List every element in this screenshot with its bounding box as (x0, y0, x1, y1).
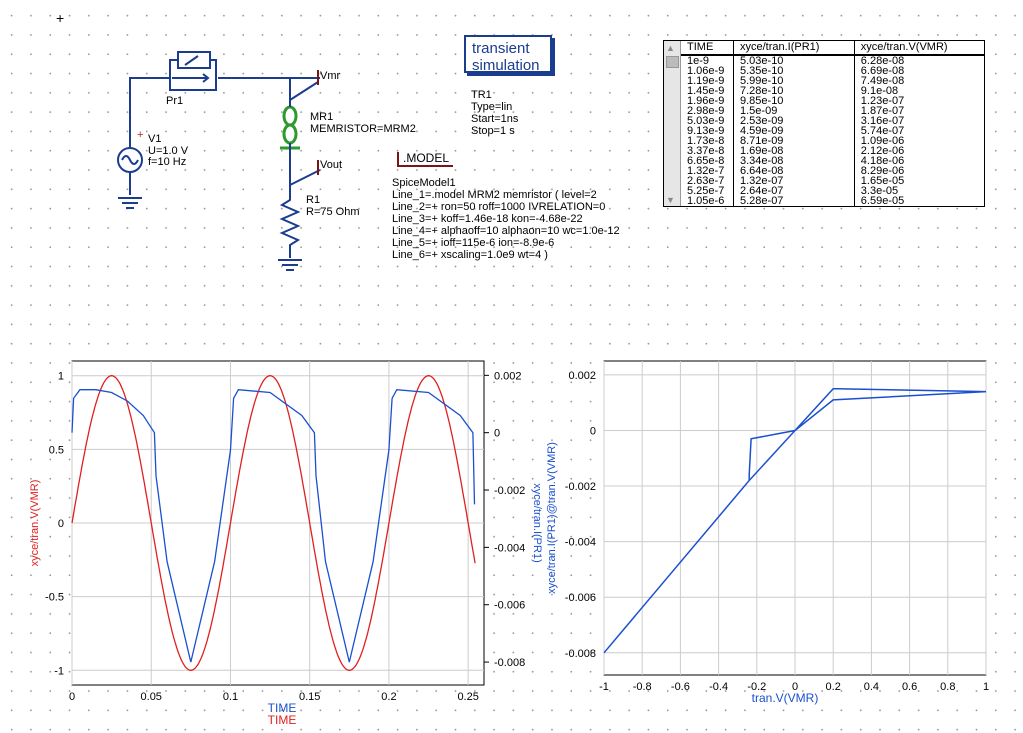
table-row[interactable]: 6.65e-8 3.34e-08 4.18e-06 (681, 156, 984, 167)
node-label-vmr: Vmr (320, 70, 341, 82)
model-line: Line_5=+ ioff=115e-6 ion=-8.9e-6 (392, 237, 555, 249)
scroll-down-icon[interactable]: ▼ (666, 195, 675, 205)
y-tick-label-right: -0.002 (494, 485, 525, 497)
wire-top-right (218, 77, 291, 100)
table-row[interactable]: 1.06e-9 5.35e-10 6.69e-08 (681, 66, 984, 77)
model-name: SpiceModel1 (392, 177, 456, 189)
crosshair-marker: + (56, 10, 65, 26)
table-row[interactable]: 1.05e-6 5.28e-07 6.59e-05 (681, 195, 984, 207)
y-tick-label-right: -0.006 (494, 600, 525, 612)
x-tick-label: 0.1 (223, 691, 238, 703)
x-tick-label: -0.6 (671, 681, 690, 693)
scroll-up-icon[interactable]: ▲ (666, 43, 675, 53)
memristor-symbol (280, 105, 300, 150)
iv-curve-chart: -1 -0.8 -0.6 -0.4 -0.2 0 0.2 0.4 0.6 0.8 10.0020-0… (546, 360, 989, 705)
table-row[interactable]: 1.32e-7 6.64e-08 8.29e-06 (681, 166, 984, 177)
x-tick-label: 0.6 (902, 681, 917, 693)
source-plus-sign: + (137, 129, 144, 141)
table-header-time[interactable]: TIME (681, 41, 734, 56)
x-tick-label: 0.2 (381, 691, 396, 703)
x-tick-label: 0 (69, 691, 75, 703)
table-scrollbar[interactable]: ▲ ▼ (664, 41, 681, 206)
y-tick-label-right: 0 (494, 428, 500, 440)
model-line: Line_6=+ xscaling=1.0e9 wt=4 ) (392, 249, 548, 261)
memristor-name: MR1 (310, 111, 334, 123)
x-tick-label: -0.4 (709, 681, 728, 693)
table-cell: 5.28e-07 (733, 196, 855, 207)
source-frequency: f=10 Hz (148, 156, 187, 168)
model-line: Line_2=+ ron=50 roff=1000 IVRELATION=0 (392, 201, 606, 213)
sim-start: Start=1ns (471, 113, 519, 125)
table-row[interactable]: 1.19e-9 5.99e-10 7.49e-08 (681, 76, 984, 87)
table-header-current[interactable]: xyce/tran.I(PR1) (733, 41, 855, 56)
sim-type: Type=lin (471, 101, 513, 113)
memristor-model: MEMRISTOR=MRM2 (310, 123, 416, 135)
data-table: ▲ ▼ TIME xyce/tran.I(PR1) xyce/tran.V(VM… (663, 40, 985, 207)
y-tick-label-right: 0.002 (494, 370, 522, 382)
x-axis-label: tran.V(VMR) (752, 691, 819, 705)
node-label-vout: Vout (320, 159, 343, 171)
x-axis-label-2: TIME (268, 713, 297, 727)
x-tick-label: 1 (983, 681, 989, 693)
sim-stop: Stop=1 s (471, 125, 515, 137)
table-row[interactable]: 1.45e-9 7.28e-10 9.1e-08 (681, 86, 984, 97)
sim-name: TR1 (471, 89, 492, 101)
y-axis-label-left: xyce/tran.V(VMR) (29, 480, 41, 567)
source-name: V1 (148, 133, 162, 145)
table-row[interactable]: 1.73e-8 8.71e-09 1.09e-06 (681, 136, 984, 147)
sim-box-line1: transient (472, 40, 530, 57)
table-row[interactable]: 9.13e-9 4.59e-09 5.74e-07 (681, 126, 984, 137)
y-axis-label: xyce/tran.I(PR1)@tran.V(VMR) (546, 442, 558, 594)
x-tick-label: 0.15 (299, 691, 320, 703)
table-cell: 1.05e-6 (681, 196, 734, 207)
y-tick-label: -0.002 (565, 481, 596, 493)
y-tick-label-left: -1 (54, 665, 64, 677)
x-tick-label: 0.25 (457, 691, 478, 703)
sim-box-line2: simulation (472, 57, 540, 74)
x-tick-label: 0.8 (940, 681, 955, 693)
y-tick-label: -0.006 (565, 592, 596, 604)
x-tick-label: -0.8 (633, 681, 652, 693)
y-tick-label-right: -0.008 (494, 657, 525, 669)
model-line: Line_1=.model MRM2 memristor ( level=2 (392, 189, 597, 201)
time-domain-chart: 0 0.05 0.1 0.15 0.2 0.25 1 0.5 0 -0.5 -1 0.002 0 -0.0… (29, 360, 543, 727)
x-tick-label: 0.2 (826, 681, 841, 693)
table-header-voltage[interactable]: xyce/tran.V(VMR) (854, 41, 984, 56)
table-row[interactable]: 1.96e-9 9.85e-10 1.23e-07 (681, 96, 984, 107)
y-tick-label-right: -0.004 (494, 542, 525, 554)
table-row[interactable]: 3.37e-8 1.69e-08 2.12e-06 (681, 146, 984, 157)
model-lines: Line_1=.model MRM2 memristor ( level=2 L… (392, 190, 620, 262)
resistor-value: R=75 Ohm (306, 206, 360, 218)
y-tick-label-left: 1 (58, 371, 64, 383)
scroll-thumb[interactable] (666, 56, 679, 68)
model-block-label[interactable]: .MODEL (397, 152, 454, 167)
y-tick-label-left: 0.5 (49, 444, 64, 456)
y-tick-label-left: -0.5 (45, 592, 64, 604)
y-tick-label: 0.002 (568, 370, 596, 382)
model-line: Line_4=+ alphaoff=10 alphaon=10 wc=1.0e-… (392, 225, 620, 237)
transient-simulation-block[interactable]: transient simulation (464, 35, 552, 74)
table-row[interactable]: 5.03e-9 2.53e-09 3.16e-07 (681, 116, 984, 127)
model-line: Line_3=+ koff=1.46e-18 kon=-4.68e-22 (392, 213, 583, 225)
table-body: TIME xyce/tran.I(PR1) xyce/tran.V(VMR) 1… (681, 41, 984, 207)
y-tick-label: -0.004 (565, 537, 596, 549)
table-cell: 6.59e-05 (860, 195, 905, 207)
y-tick-label: 0 (590, 425, 596, 437)
table-row[interactable]: 2.98e-9 1.5e-09 1.87e-07 (681, 106, 984, 117)
x-tick-label: 0.05 (141, 691, 162, 703)
table-row[interactable]: 5.25e-7 2.64e-07 3.3e-05 (681, 186, 984, 197)
x-tick-label: -1 (599, 681, 609, 693)
table-row[interactable]: 2.63e-7 1.32e-07 1.65e-05 (681, 176, 984, 187)
x-tick-label: 0.4 (864, 681, 879, 693)
resistor-name: R1 (306, 194, 321, 206)
probe-label: Pr1 (166, 95, 184, 107)
y-tick-label-left: 0 (58, 518, 64, 530)
y-tick-label: -0.008 (565, 648, 596, 660)
table-row[interactable]: 1e-9 5.03e-10 6.28e-08 (681, 55, 984, 67)
